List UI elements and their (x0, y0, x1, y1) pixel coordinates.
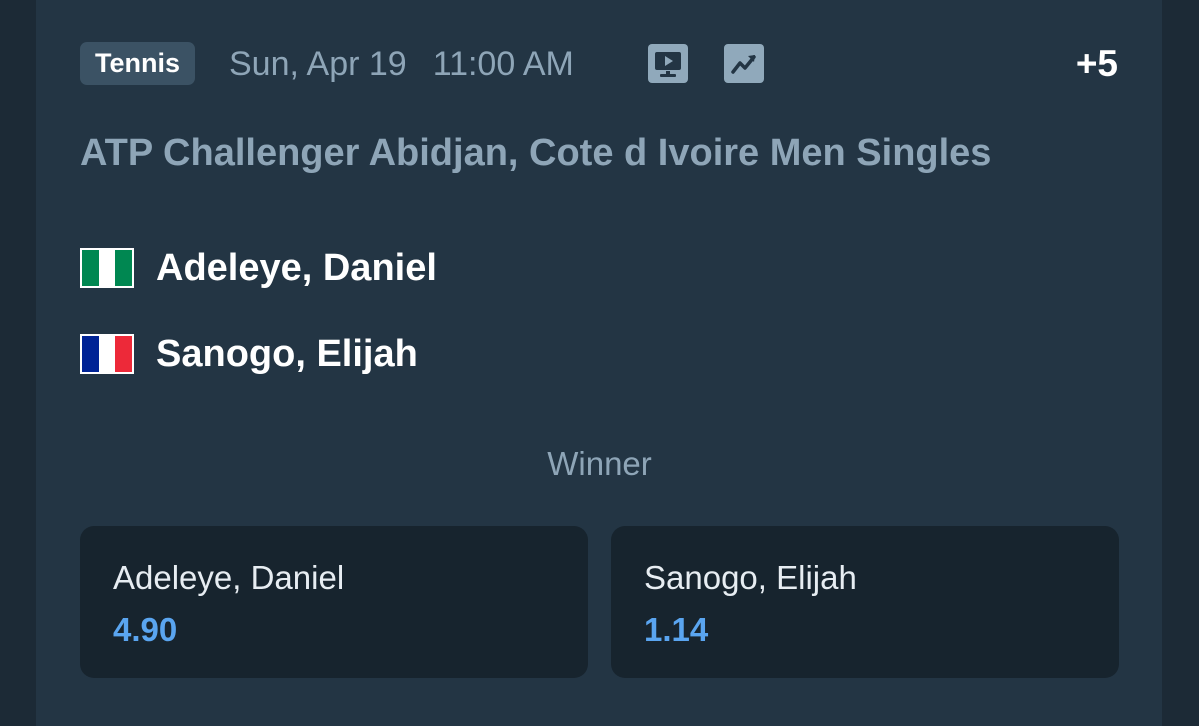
player-row-away: Sanogo, Elijah (80, 332, 418, 376)
selection-odds: 1.14 (644, 611, 709, 648)
event-date: Sun, Apr 19 (229, 45, 407, 83)
selection-name: Adeleye, Daniel (113, 559, 345, 596)
selection-name: Sanogo, Elijah (644, 559, 857, 596)
sport-badge: Tennis (80, 42, 195, 85)
market-label: Winner (547, 445, 652, 482)
statistics-chart-icon[interactable] (724, 44, 764, 83)
selection-odds: 4.90 (113, 611, 178, 648)
player-name-home: Adeleye, Daniel (156, 247, 437, 289)
player-row-home: Adeleye, Daniel (80, 246, 437, 290)
live-stream-tv-icon[interactable] (648, 44, 688, 83)
player-name-away: Sanogo, Elijah (156, 333, 418, 375)
event-time: 11:00 AM (432, 45, 574, 83)
odds-button-away[interactable]: Sanogo, Elijah 1.14 (611, 526, 1119, 678)
odds-button-home[interactable]: Adeleye, Daniel 4.90 (80, 526, 588, 678)
france-flag-icon (80, 334, 134, 374)
nigeria-flag-icon (80, 248, 134, 288)
more-markets-button[interactable]: +5 (1076, 42, 1118, 86)
event-datetime: Sun, Apr 19 11:00 AM (229, 44, 574, 84)
league-title: ATP Challenger Abidjan, Cote d Ivoire Me… (80, 132, 992, 174)
